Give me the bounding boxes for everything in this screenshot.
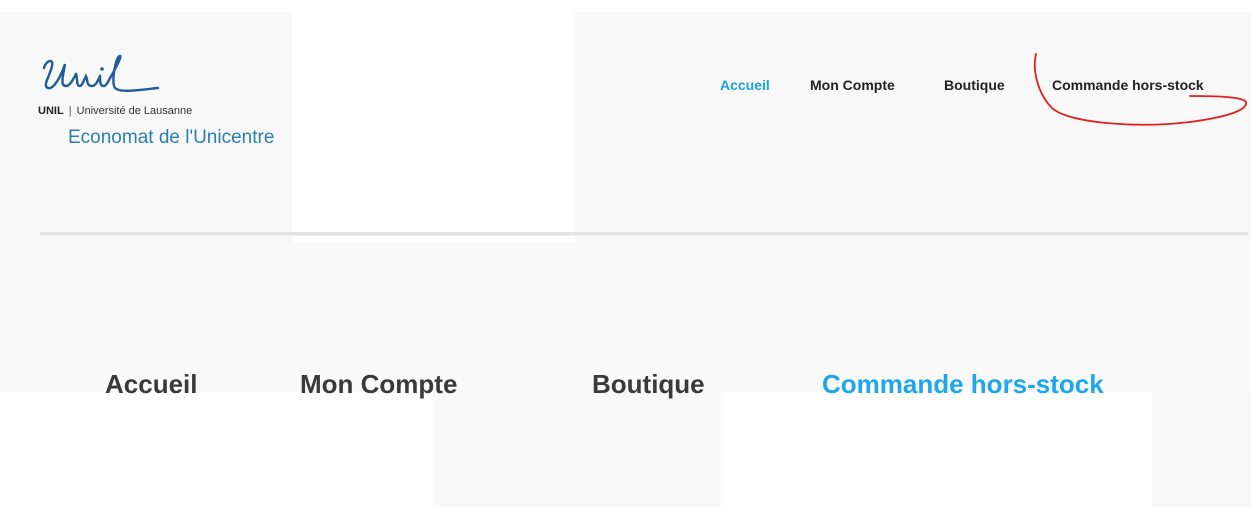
red-ellipse-annotation-icon <box>1033 53 1247 126</box>
big-nav-boutique[interactable]: Boutique <box>592 369 705 400</box>
top-nav-accueil[interactable]: Accueil <box>720 77 770 93</box>
institution-line: UNIL | Université de Lausanne <box>38 105 192 117</box>
header-divider <box>40 232 1248 236</box>
unil-logo[interactable]: UNIL | Université de Lausanne Economat d… <box>38 52 288 152</box>
big-nav-mon-compte[interactable]: Mon Compte <box>300 369 457 400</box>
top-nav-mon-compte[interactable]: Mon Compte <box>810 77 895 93</box>
institution-name: Université de Lausanne <box>76 105 193 117</box>
big-nav-accueil[interactable]: Accueil <box>105 369 198 400</box>
site-header: UNIL | Université de Lausanne Economat d… <box>0 0 1251 240</box>
institution-separator: | <box>68 105 72 117</box>
enlarged-navigation: Accueil Mon Compte Boutique Commande hor… <box>0 369 1251 403</box>
top-nav-boutique[interactable]: Boutique <box>944 77 1005 93</box>
background-panel <box>433 392 721 507</box>
institution-abbr: UNIL <box>38 105 64 117</box>
background-panel <box>1152 392 1251 507</box>
site-name: Economat de l'Unicentre <box>68 127 275 148</box>
big-nav-commande-hors-stock[interactable]: Commande hors-stock <box>822 369 1104 400</box>
